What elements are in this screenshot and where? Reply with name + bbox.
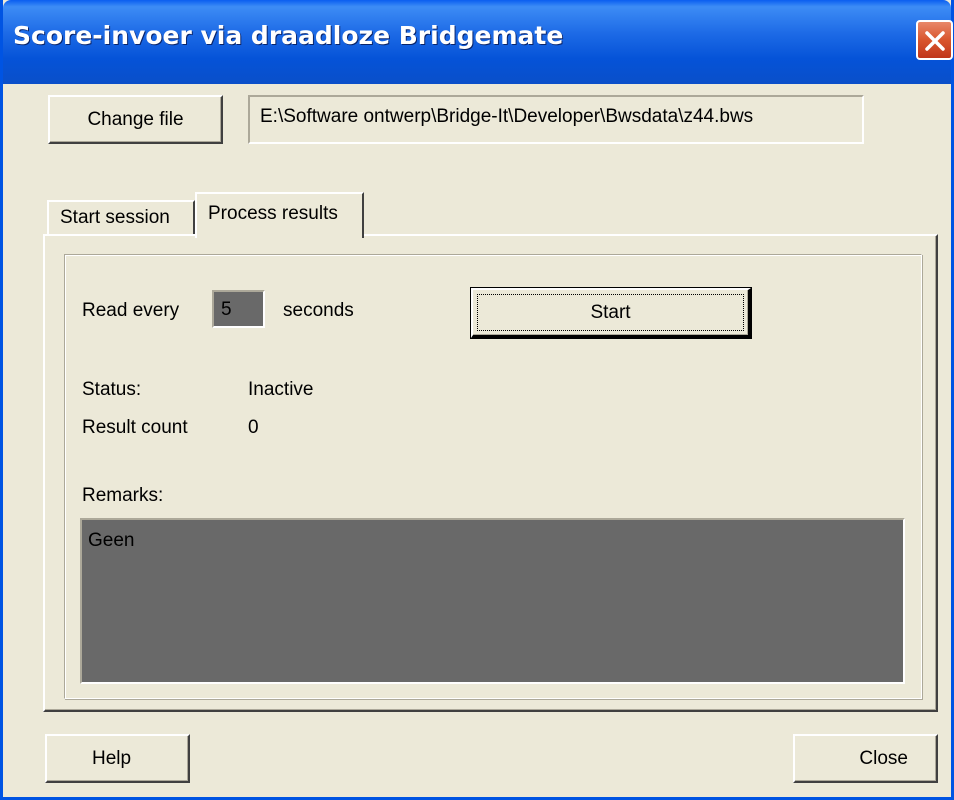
window-close-button[interactable] bbox=[916, 20, 953, 60]
remarks-textarea[interactable]: Geen bbox=[80, 518, 905, 684]
remarks-value: Geen bbox=[88, 530, 135, 551]
change-file-label: Change file bbox=[87, 108, 184, 130]
tab-start-session[interactable]: Start session bbox=[47, 200, 195, 236]
dialog-window: Score-invoer via draadloze Bridgemate Ch… bbox=[0, 0, 954, 800]
status-value: Inactive bbox=[248, 379, 314, 400]
tab-process-results-label: Process results bbox=[208, 203, 338, 224]
file-path-field[interactable]: E:\Software ontwerp\Bridge-It\Developer\… bbox=[248, 95, 864, 144]
close-label: Close bbox=[859, 747, 908, 769]
tab-start-session-label: Start session bbox=[60, 207, 170, 228]
help-button[interactable]: Help bbox=[45, 734, 190, 783]
result-count-value: 0 bbox=[248, 417, 259, 438]
remarks-label: Remarks: bbox=[82, 485, 164, 506]
title-bar[interactable]: Score-invoer via draadloze Bridgemate bbox=[3, 0, 953, 84]
start-button[interactable]: Start bbox=[470, 287, 752, 339]
file-path-text: E:\Software ontwerp\Bridge-It\Developer\… bbox=[260, 106, 754, 127]
close-button[interactable]: Close bbox=[793, 734, 938, 783]
status-label: Status: bbox=[82, 379, 142, 400]
window-title: Score-invoer via draadloze Bridgemate bbox=[13, 21, 564, 50]
seconds-label: seconds bbox=[283, 300, 354, 321]
read-every-label: Read every bbox=[82, 300, 180, 321]
interval-input[interactable]: 5 bbox=[212, 290, 265, 328]
start-focus-rect bbox=[477, 294, 744, 331]
result-count-label: Result count bbox=[82, 417, 188, 438]
change-file-button[interactable]: Change file bbox=[48, 95, 223, 144]
tab-process-results[interactable]: Process results bbox=[195, 192, 364, 238]
interval-value: 5 bbox=[221, 299, 232, 320]
help-label: Help bbox=[92, 747, 132, 769]
close-x-icon bbox=[925, 31, 945, 51]
